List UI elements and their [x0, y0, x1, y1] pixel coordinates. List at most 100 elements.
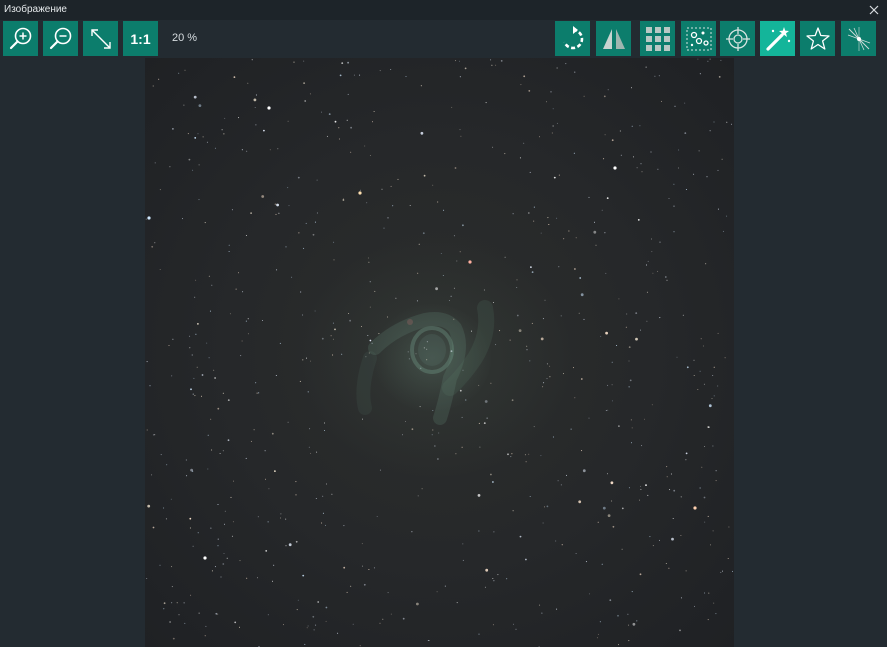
- star: [519, 157, 521, 159]
- star: [171, 375, 173, 377]
- star: [533, 220, 535, 222]
- star: [726, 121, 728, 123]
- star: [223, 133, 225, 135]
- star: [213, 369, 215, 371]
- astro-image[interactable]: [145, 58, 734, 647]
- auto-stretch-button[interactable]: [760, 21, 795, 56]
- star: [629, 379, 632, 382]
- star: [326, 483, 327, 485]
- close-button[interactable]: [867, 2, 881, 16]
- star: [171, 566, 173, 568]
- star: [418, 243, 420, 245]
- rotate-button[interactable]: [555, 21, 590, 56]
- star-detection-button[interactable]: [681, 21, 716, 56]
- star: [402, 617, 405, 620]
- star: [215, 612, 218, 615]
- star: [304, 100, 307, 102]
- star: [674, 105, 676, 107]
- star: [546, 363, 548, 365]
- grid-button[interactable]: [640, 21, 675, 56]
- star: [287, 421, 289, 423]
- star: [542, 386, 544, 388]
- star: [560, 315, 562, 317]
- star: [302, 359, 304, 361]
- star: [697, 58, 699, 60]
- star: [408, 358, 410, 360]
- star: [186, 475, 188, 477]
- star: [269, 149, 271, 151]
- star: [245, 235, 247, 236]
- actual-size-button[interactable]: 1:1: [123, 21, 158, 56]
- star: [556, 67, 558, 69]
- star: [359, 645, 361, 647]
- star: [420, 367, 422, 369]
- star: [646, 320, 648, 322]
- star: [657, 270, 659, 272]
- image-viewport[interactable]: [0, 58, 887, 647]
- actual-size-label: 1:1: [130, 30, 151, 47]
- star: [246, 150, 248, 152]
- star: [348, 313, 350, 314]
- star: [210, 527, 212, 529]
- star: [194, 296, 196, 298]
- flip-button[interactable]: [596, 21, 631, 56]
- star: [220, 576, 222, 578]
- star: [313, 629, 315, 631]
- star: [230, 496, 232, 498]
- star: [183, 602, 185, 604]
- star: [359, 74, 361, 76]
- bright-star: [613, 166, 617, 170]
- star: [293, 61, 295, 63]
- star: [435, 287, 438, 291]
- star: [334, 120, 337, 123]
- star: [664, 276, 667, 278]
- star: [211, 570, 213, 572]
- star: [422, 232, 425, 235]
- star: [478, 633, 480, 635]
- star: [543, 382, 545, 384]
- star: [594, 221, 595, 223]
- star: [717, 385, 719, 387]
- zoom-in-button[interactable]: [3, 21, 38, 56]
- star: [288, 543, 292, 547]
- star: [346, 591, 348, 593]
- star: [307, 391, 309, 393]
- star: [528, 90, 531, 92]
- star: [420, 85, 422, 87]
- star: [397, 178, 399, 180]
- star: [639, 125, 641, 127]
- star: [705, 263, 707, 265]
- diffraction-button[interactable]: [841, 21, 876, 56]
- star: [151, 474, 153, 476]
- star: [650, 151, 652, 153]
- star: [217, 538, 219, 540]
- star: [228, 251, 230, 252]
- star: [693, 375, 695, 376]
- star: [604, 232, 606, 234]
- star: [367, 335, 369, 336]
- star: [715, 470, 717, 472]
- star: [575, 237, 577, 239]
- star-button[interactable]: [800, 21, 835, 56]
- zoom-out-button[interactable]: [43, 21, 78, 56]
- star: [214, 377, 216, 379]
- rotate-icon: [562, 25, 583, 49]
- star: [395, 297, 397, 299]
- star: [669, 489, 671, 491]
- fit-to-window-button[interactable]: [83, 21, 118, 56]
- star: [350, 585, 352, 587]
- star: [651, 251, 653, 253]
- star: [253, 98, 257, 102]
- star: [529, 171, 531, 173]
- star: [495, 64, 497, 66]
- star: [223, 553, 225, 554]
- star: [387, 592, 389, 594]
- star: [523, 142, 525, 144]
- star: [607, 89, 609, 91]
- star: [417, 272, 419, 274]
- star: [671, 537, 674, 541]
- star: [183, 104, 185, 106]
- star: [350, 151, 352, 153]
- target-button[interactable]: [720, 21, 755, 56]
- star: [427, 640, 429, 641]
